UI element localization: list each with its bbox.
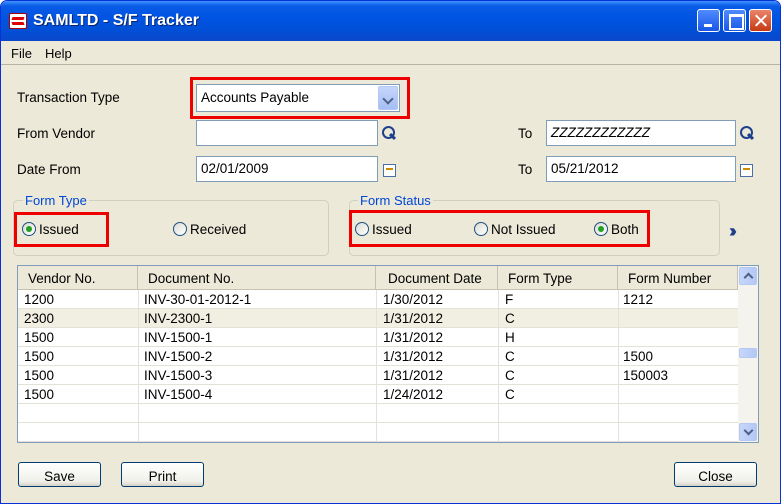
menu-bar: File Help bbox=[1, 41, 780, 65]
radio-selected-icon bbox=[22, 222, 36, 237]
cell-form-number: 150003 bbox=[623, 368, 669, 383]
cell-document-no: INV-1500-4 bbox=[144, 387, 213, 402]
save-button[interactable]: Save bbox=[18, 462, 101, 487]
table-row[interactable]: 2300 INV-2300-1 1/31/2012 C bbox=[18, 309, 738, 328]
form-status-both-label: Both bbox=[611, 222, 639, 237]
table-row[interactable]: 1500 INV-1500-3 1/31/2012 C 150003 bbox=[18, 366, 738, 385]
from-vendor-lookup-icon[interactable] bbox=[381, 125, 397, 141]
table-row[interactable]: 1500 INV-1500-2 1/31/2012 C 1500 bbox=[18, 347, 738, 366]
date-to-label: To bbox=[518, 162, 533, 177]
cell-document-date: 1/31/2012 bbox=[383, 311, 444, 326]
column-header-vendor-no[interactable]: Vendor No. bbox=[18, 266, 138, 290]
cell-vendor-no: 2300 bbox=[24, 311, 55, 326]
form-status-title: Form Status bbox=[358, 193, 433, 208]
cell-document-date: 1/31/2012 bbox=[383, 330, 444, 345]
cell-document-date: 1/31/2012 bbox=[383, 349, 444, 364]
double-chevron-right-icon[interactable]: ›› bbox=[729, 221, 737, 242]
grid-vertical-scrollbar[interactable] bbox=[738, 266, 758, 442]
transaction-type-select[interactable]: Accounts Payable bbox=[196, 84, 400, 112]
column-header-document-date[interactable]: Document Date bbox=[376, 266, 498, 290]
menu-help[interactable]: Help bbox=[45, 46, 72, 61]
to-vendor-label: To bbox=[518, 126, 533, 141]
cell-form-type: C bbox=[505, 368, 515, 383]
chevron-down-icon[interactable] bbox=[378, 86, 398, 110]
table-row-empty[interactable] bbox=[18, 423, 738, 442]
column-divider bbox=[138, 290, 139, 442]
cell-form-number: 1212 bbox=[623, 292, 654, 307]
to-vendor-lookup-icon[interactable] bbox=[739, 125, 755, 141]
radio-icon bbox=[355, 222, 369, 237]
form-type-received-radio[interactable]: Received bbox=[173, 222, 246, 237]
column-divider bbox=[498, 290, 499, 442]
date-from-label: Date From bbox=[17, 162, 81, 177]
grid-header: Vendor No. Document No. Document Date Fo… bbox=[18, 266, 738, 290]
form-status-issued-radio[interactable]: Issued bbox=[355, 222, 412, 237]
cell-vendor-no: 1500 bbox=[24, 330, 55, 345]
sf-tracker-window: SAMLTD - S/F Tracker File Help Transacti… bbox=[0, 0, 781, 504]
column-header-form-type[interactable]: Form Type bbox=[498, 266, 618, 290]
close-button[interactable]: Close bbox=[674, 462, 757, 487]
cell-form-type: H bbox=[505, 330, 515, 345]
column-header-document-no[interactable]: Document No. bbox=[138, 266, 376, 290]
date-from-input[interactable]: 02/01/2009 bbox=[196, 156, 378, 182]
from-vendor-label: From Vendor bbox=[17, 126, 96, 141]
column-divider bbox=[618, 290, 619, 442]
transaction-type-label: Transaction Type bbox=[17, 90, 120, 105]
transaction-type-value: Accounts Payable bbox=[201, 90, 310, 105]
radio-icon bbox=[173, 222, 187, 237]
form-type-issued-radio[interactable]: Issued bbox=[22, 222, 79, 237]
table-row[interactable]: 1200 INV-30-01-2012-1 1/30/2012 F 1212 bbox=[18, 290, 738, 309]
form-status-not-issued-radio[interactable]: Not Issued bbox=[474, 222, 556, 237]
cell-form-type: C bbox=[505, 311, 515, 326]
cell-vendor-no: 1200 bbox=[24, 292, 55, 307]
cell-document-date: 1/31/2012 bbox=[383, 368, 444, 383]
table-row-empty[interactable] bbox=[18, 404, 738, 423]
date-from-calendar-icon[interactable] bbox=[383, 164, 396, 177]
column-divider bbox=[376, 290, 377, 442]
cell-document-date: 1/30/2012 bbox=[383, 292, 444, 307]
radio-selected-icon bbox=[594, 222, 608, 237]
documents-grid[interactable]: Vendor No. Document No. Document Date Fo… bbox=[17, 265, 759, 443]
to-vendor-input[interactable]: ZZZZZZZZZZZZ bbox=[546, 120, 736, 146]
form-type-received-label: Received bbox=[190, 222, 247, 237]
samltd-logo-icon bbox=[9, 13, 27, 29]
scroll-thumb[interactable] bbox=[739, 348, 757, 358]
cell-vendor-no: 1500 bbox=[24, 349, 55, 364]
form-status-both-radio[interactable]: Both bbox=[594, 222, 639, 237]
scroll-down-icon[interactable] bbox=[739, 423, 757, 441]
close-window-button[interactable] bbox=[749, 9, 772, 32]
maximize-button[interactable] bbox=[723, 9, 746, 32]
cell-form-type: F bbox=[505, 292, 514, 307]
scroll-up-icon[interactable] bbox=[739, 267, 757, 285]
column-header-form-number[interactable]: Form Number bbox=[618, 266, 738, 290]
form-type-title: Form Type bbox=[23, 193, 89, 208]
cell-document-no: INV-1500-3 bbox=[144, 368, 213, 383]
cell-document-date: 1/24/2012 bbox=[383, 387, 444, 402]
cell-document-no: INV-1500-2 bbox=[144, 349, 213, 364]
cell-form-type: C bbox=[505, 387, 515, 402]
from-vendor-input[interactable] bbox=[196, 120, 378, 146]
cell-document-no: INV-1500-1 bbox=[144, 330, 213, 345]
cell-vendor-no: 1500 bbox=[24, 387, 55, 402]
date-to-calendar-icon[interactable] bbox=[740, 164, 753, 177]
menu-file[interactable]: File bbox=[11, 46, 32, 61]
form-type-issued-label: Issued bbox=[39, 222, 79, 237]
form-status-not-issued-label: Not Issued bbox=[491, 222, 556, 237]
print-button[interactable]: Print bbox=[121, 462, 204, 487]
cell-form-type: C bbox=[505, 349, 515, 364]
cell-form-number: 1500 bbox=[623, 349, 654, 364]
table-row[interactable]: 1500 INV-1500-1 1/31/2012 H bbox=[18, 328, 738, 347]
date-to-input[interactable]: 05/21/2012 bbox=[546, 156, 736, 182]
cell-vendor-no: 1500 bbox=[24, 368, 55, 383]
window-title: SAMLTD - S/F Tracker bbox=[33, 12, 199, 29]
title-bar[interactable]: SAMLTD - S/F Tracker bbox=[1, 1, 780, 41]
radio-icon bbox=[474, 222, 488, 237]
table-row[interactable]: 1500 INV-1500-4 1/24/2012 C bbox=[18, 385, 738, 404]
cell-document-no: INV-30-01-2012-1 bbox=[144, 292, 252, 307]
cell-document-no: INV-2300-1 bbox=[144, 311, 213, 326]
minimize-button[interactable] bbox=[697, 9, 720, 32]
form-status-issued-label: Issued bbox=[372, 222, 412, 237]
